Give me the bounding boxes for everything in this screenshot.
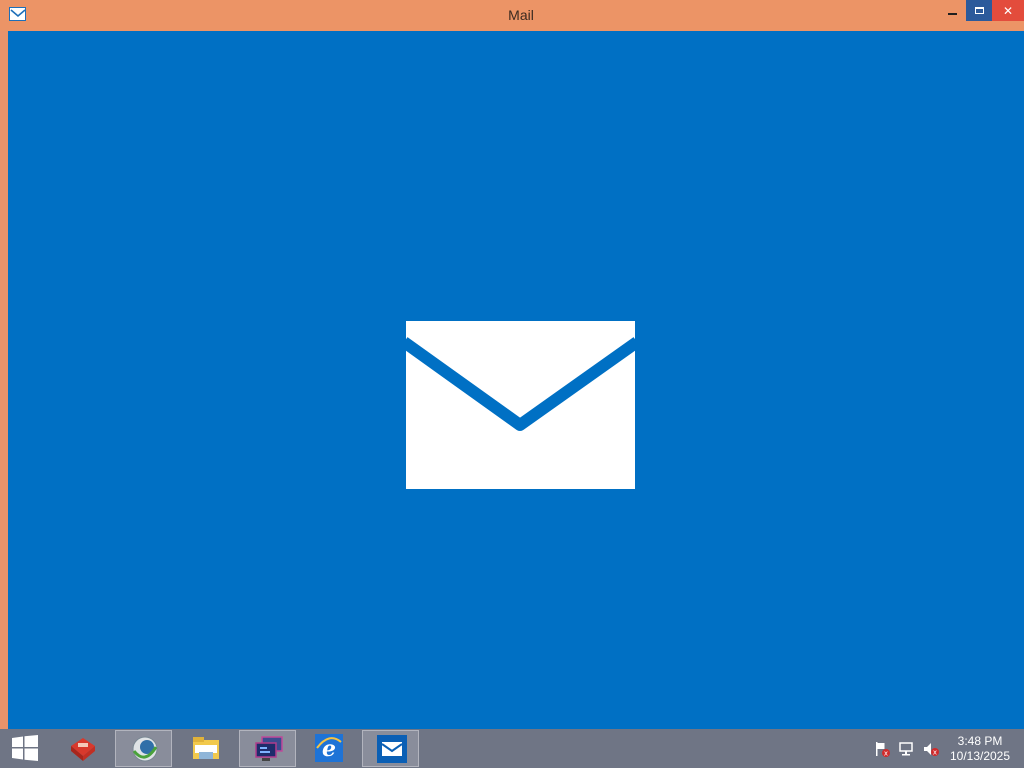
file-explorer-icon xyxy=(193,737,219,759)
taskbar-item-remote-desktop[interactable] xyxy=(239,730,296,767)
windows-logo-icon xyxy=(12,735,38,761)
svg-text:x: x xyxy=(884,750,888,758)
mail-splash-screen xyxy=(8,31,1024,729)
maximize-icon xyxy=(974,7,984,14)
close-button[interactable]: ✕ xyxy=(992,0,1024,21)
start-button[interactable] xyxy=(0,729,50,768)
mail-envelope-icon xyxy=(406,321,635,489)
screen: Mail ✕ e x x 3:48 PM 10/13/2025 xyxy=(0,0,1024,768)
network-icon[interactable] xyxy=(898,741,916,757)
internet-explorer-icon: e xyxy=(315,734,343,762)
system-clock[interactable]: 3:48 PM 10/13/2025 xyxy=(944,734,1016,764)
action-center-flag-icon[interactable]: x xyxy=(873,741,891,757)
taskbar-item-internet-explorer[interactable]: e xyxy=(300,730,357,767)
clock-time: 3:48 PM xyxy=(957,734,1003,748)
minimize-icon xyxy=(947,12,957,15)
taskbar-item-file-explorer[interactable] xyxy=(177,730,234,767)
window-title: Mail xyxy=(508,7,534,23)
taskbar: e x x 3:48 PM 10/13/2025 xyxy=(0,729,1024,768)
network-globe-icon xyxy=(132,736,158,762)
title-bar[interactable]: Mail ✕ xyxy=(0,0,1024,31)
maximize-button[interactable] xyxy=(966,0,992,21)
taskbar-item-network-globe[interactable] xyxy=(115,730,172,767)
minimize-button[interactable] xyxy=(938,0,966,21)
taskbar-item-mail[interactable] xyxy=(362,730,419,767)
close-icon: ✕ xyxy=(1002,3,1014,18)
mail-app-icon xyxy=(377,735,407,763)
taskbar-item-toolbox[interactable] xyxy=(54,730,111,767)
remote-desktop-icon xyxy=(255,736,283,761)
clock-date: 10/13/2025 xyxy=(949,749,1011,763)
volume-muted-icon[interactable]: x xyxy=(922,741,940,757)
svg-text:x: x xyxy=(933,749,937,757)
toolbox-app-icon xyxy=(71,738,95,761)
